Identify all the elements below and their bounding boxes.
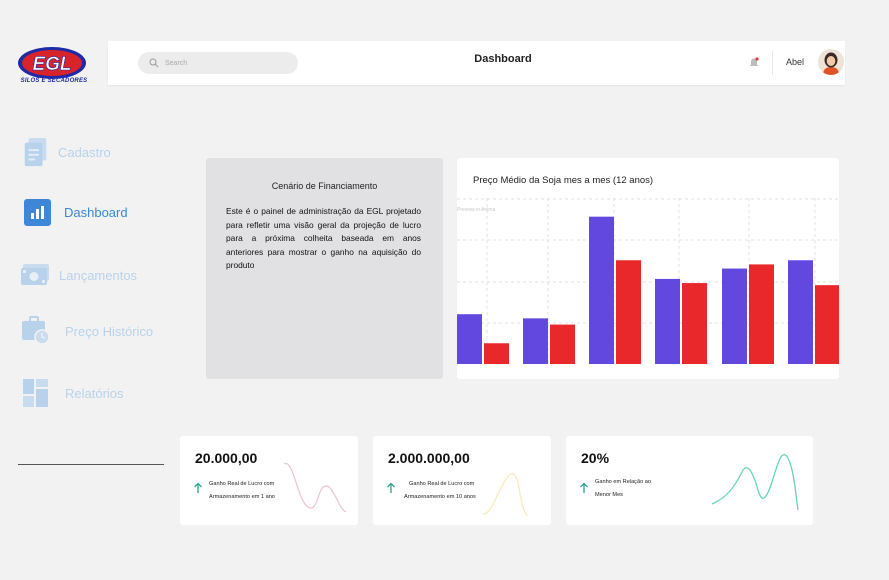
stat-desc-line1: Ganho Real de Lucro com [209, 481, 275, 487]
sparkline [711, 454, 799, 511]
sidebar-item-cadastro[interactable]: Cadastro [22, 137, 111, 167]
page-title: Dashboard [474, 53, 532, 65]
sidebar-item-label: Cadastro [58, 144, 111, 160]
sidebar-item-dashboard[interactable]: Dashboard [24, 199, 128, 226]
sidebar-item-label: Lançamentos [59, 267, 138, 283]
info-card-title: Cenário de Financiamento [271, 181, 378, 191]
sidebar-item-label: Preço Histórico [65, 323, 154, 339]
stat-value: 20.000,00 [195, 450, 258, 466]
logo-text: EGL [32, 54, 71, 75]
info-card: Cenário de Financiamento Este é o painel… [206, 158, 443, 379]
sparkline [482, 473, 528, 517]
chart-bar-s2-4 [682, 283, 707, 364]
money-icon [21, 264, 49, 285]
chart-card: Preço Médio da Soja mes a mes (12 anos) … [457, 158, 839, 379]
chart-bar-s1-1 [457, 314, 482, 364]
chart-bar-s2-6 [815, 285, 839, 364]
sidebar-item-label: Dashboard [64, 205, 128, 220]
stat-card-1: 20.000,00 Ganho Real de Lucro com Armaze… [180, 436, 358, 525]
arrow-up-icon [387, 482, 395, 493]
arrow-up-icon [194, 482, 202, 493]
avatar[interactable] [818, 49, 844, 75]
chart-bar-s2-2 [550, 324, 575, 364]
logo-subtitle: SILOS E SECADORES [20, 78, 88, 84]
search-box[interactable]: Search [138, 52, 298, 74]
search-input[interactable]: Search [165, 60, 187, 67]
sidebar-item-label: Relatórios [65, 385, 124, 401]
sparkline [283, 463, 347, 513]
chart-bar-s1-2 [523, 318, 548, 364]
stat-value: 20% [581, 450, 610, 466]
chart-bar-s1-5 [722, 268, 747, 364]
info-card-body: Este é o painel de administração da EGL … [226, 206, 421, 270]
stat-value: 2.000.000,00 [388, 450, 470, 466]
document-icon [24, 137, 47, 167]
chart-bar-s2-5 [749, 264, 774, 364]
stat-card-2: 2.000.000,00 Ganho Real de Lucro com Arm… [373, 436, 551, 525]
bar-chart [457, 198, 839, 364]
arrow-up-icon [580, 482, 588, 493]
bell-icon[interactable] [748, 56, 760, 68]
stat-card-3: 20% Ganho em Relação ao Menor Mes [566, 436, 813, 525]
stat-desc-line1: Ganho em Relação ao [595, 479, 651, 485]
chart-bar-s2-3 [616, 260, 641, 364]
stat-desc-line1: Ganho Real de Lucro com [409, 481, 475, 487]
sidebar-item-relatorios[interactable]: Relatórios [22, 378, 124, 408]
user-name[interactable]: Abel [786, 57, 804, 67]
briefcase-clock-icon [22, 316, 50, 345]
stat-desc-line2: Armazenamento em 10 anos [404, 494, 476, 500]
chart-bar-s1-6 [788, 260, 813, 364]
chart-bar-s1-3 [589, 216, 614, 364]
stat-desc-line2: Armazenamento em 1 ano [209, 494, 275, 500]
grid-icon [23, 379, 48, 407]
search-icon [149, 58, 159, 68]
top-bar: Search Dashboard Abel [108, 41, 845, 85]
sidebar-item-lancamentos[interactable]: Lançamentos [20, 261, 137, 289]
bar-chart-icon [24, 199, 51, 226]
sidebar-divider [18, 464, 164, 465]
header-divider [772, 51, 773, 75]
chart-bar-s2-1 [484, 343, 509, 364]
chart-bar-s1-4 [655, 278, 680, 364]
stat-desc-line2: Menor Mes [595, 492, 623, 498]
sidebar-item-preco-historico[interactable]: Preço Histórico [22, 316, 153, 346]
